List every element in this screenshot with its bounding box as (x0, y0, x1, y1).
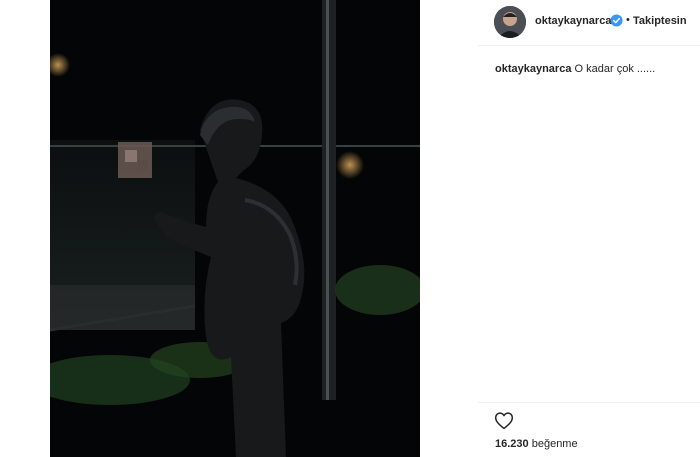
post-caption: oktaykaynarca O kadar çok ...... (495, 63, 655, 75)
avatar-image (494, 6, 526, 38)
photo-illustration (50, 0, 420, 457)
caption-username[interactable]: oktaykaynarca (495, 63, 571, 75)
likes-number: 16.230 (495, 438, 529, 450)
likes-count[interactable]: 16.230 beğenme (495, 438, 578, 450)
avatar[interactable] (494, 6, 526, 38)
caption-text: O kadar çok ...... (574, 63, 656, 75)
instagram-post: oktaykaynarca • Takiptesin oktaykaynarca… (0, 0, 700, 457)
separator-dot: • (626, 14, 630, 26)
likes-label: beğenme (531, 438, 578, 450)
verified-badge-icon (610, 14, 623, 27)
footer-divider (478, 402, 700, 403)
following-button[interactable]: Takiptesin (633, 15, 687, 27)
header-username[interactable]: oktaykaynarca (535, 15, 611, 27)
post-sidebar: oktaykaynarca • Takiptesin oktaykaynarca… (478, 0, 700, 457)
post-photo[interactable] (50, 0, 420, 457)
post-header: oktaykaynarca • Takiptesin (478, 0, 700, 46)
heart-outline-icon[interactable] (494, 411, 514, 430)
